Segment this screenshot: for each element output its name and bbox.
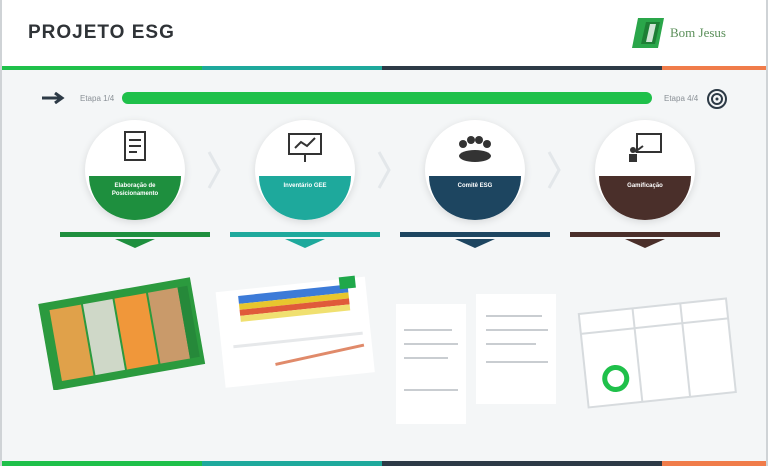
progress-bar: [122, 92, 652, 104]
document-page-thumbnail[interactable]: [392, 300, 472, 430]
chevron-right-icon: [207, 151, 221, 189]
photo-collage-thumbnail[interactable]: [36, 270, 206, 390]
presentation-icon: [288, 133, 322, 162]
progress-start-label: Etapa 1/4: [80, 94, 115, 103]
step-label: Inventário GEE: [283, 183, 327, 189]
step-label: Comitê ESG: [457, 183, 493, 189]
slide-header: PROJETO ESG Bom Jesus: [2, 0, 766, 66]
step-circle: Elaboração de Posicionamento: [85, 120, 185, 220]
step-label-band: Comitê ESG: [429, 176, 521, 220]
meeting-icon: [459, 136, 491, 162]
arrow-icon: [42, 92, 65, 104]
step-underline: [230, 232, 380, 237]
step-underline: [570, 232, 720, 237]
chevron-right-icon: [547, 151, 561, 189]
step-pointer: [625, 239, 665, 248]
step-label: Gamificação: [627, 183, 663, 189]
header-divider: [2, 66, 766, 70]
progress-bar-fill: [122, 92, 652, 104]
step-label-band: Gamificação: [599, 176, 691, 220]
progress-row: Etapa 1/4 Etapa 4/4: [42, 88, 732, 110]
step-underline: [400, 232, 550, 237]
presentation-slide: PROJETO ESG Bom Jesus Etapa 1/4 Etapa 4/…: [2, 0, 766, 466]
step-circle: Gamificação: [595, 120, 695, 220]
step-comite[interactable]: Comitê ESG: [400, 120, 550, 260]
footer-divider: [2, 461, 766, 466]
chevron-right-icon: [377, 151, 391, 189]
document-icon: [124, 131, 146, 161]
step-label-band: Inventário GEE: [259, 176, 351, 220]
logo-mark-icon: [632, 18, 664, 48]
step-label: Elaboração de Posicionamento: [111, 183, 159, 197]
dashboard-thumbnail[interactable]: [577, 290, 737, 410]
step-pointer: [285, 239, 325, 248]
company-logo: Bom Jesus: [632, 16, 752, 52]
step-gamificacao[interactable]: Gamificação: [570, 120, 720, 260]
progress-end-label: Etapa 4/4: [664, 94, 699, 103]
step-underline: [60, 232, 210, 237]
target-icon: [707, 89, 727, 109]
step-pointer: [115, 239, 155, 248]
step-inventario[interactable]: Inventário GEE: [230, 120, 380, 260]
step-circle: Inventário GEE: [255, 120, 355, 220]
slide-title: PROJETO ESG: [28, 22, 175, 43]
step-label-band: Elaboração de Posicionamento: [89, 176, 181, 220]
step-pointer: [455, 239, 495, 248]
step-posicionamento[interactable]: Elaboração de Posicionamento: [60, 120, 210, 260]
document-page-thumbnail[interactable]: [472, 290, 562, 410]
logo-text: Bom Jesus: [670, 25, 726, 40]
whiteboard-icon: [629, 133, 662, 162]
spreadsheet-thumbnail[interactable]: [212, 270, 382, 390]
step-circle: Comitê ESG: [425, 120, 525, 220]
